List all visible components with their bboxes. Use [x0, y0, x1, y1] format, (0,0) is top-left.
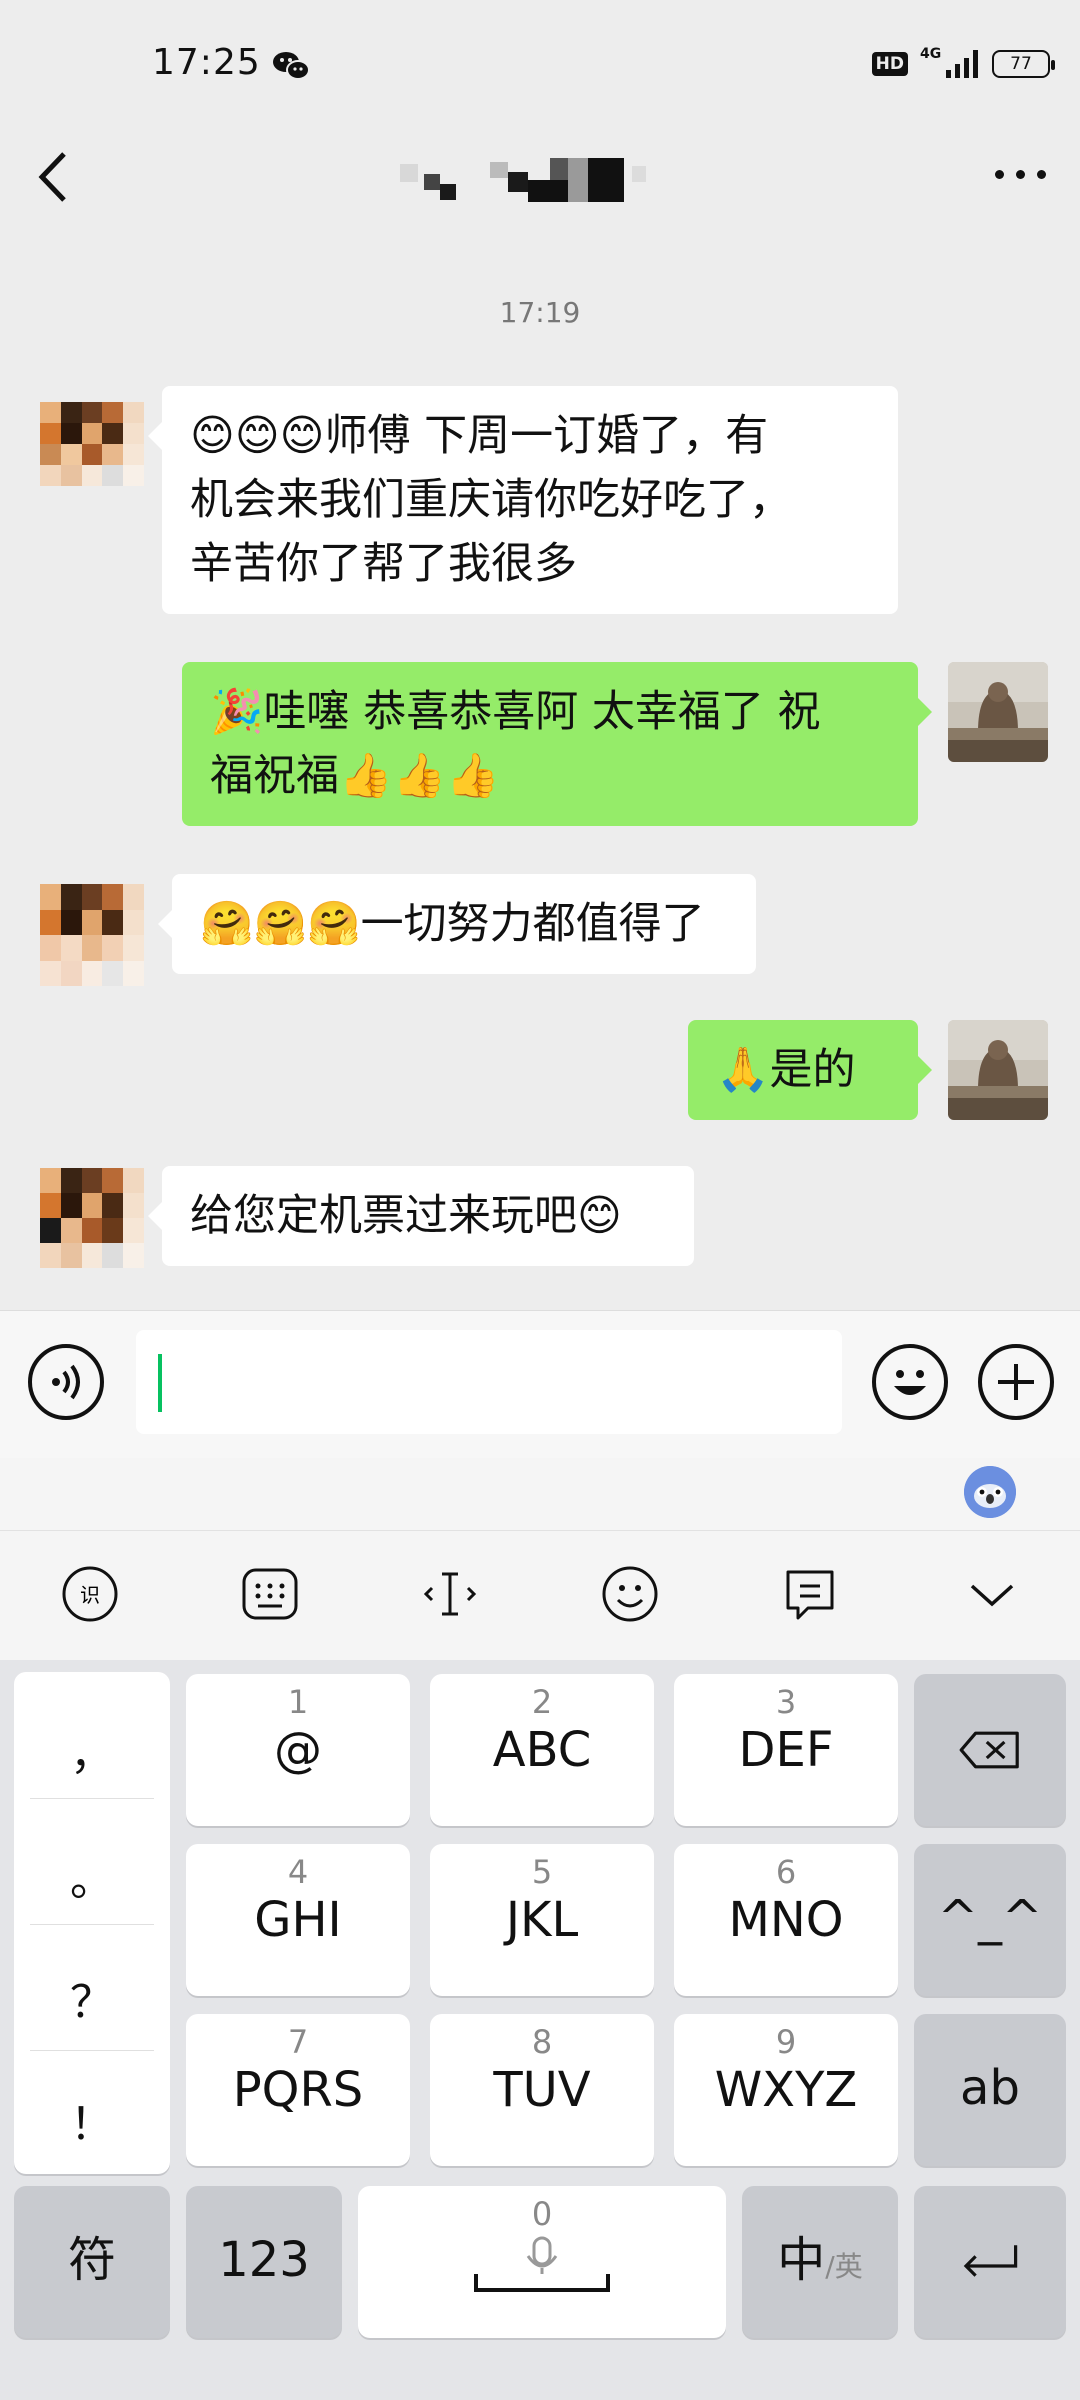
contact-avatar[interactable] — [40, 884, 144, 986]
my-avatar[interactable] — [948, 662, 1048, 762]
emoticon-key[interactable]: ^_^ — [914, 1844, 1066, 1996]
status-time: 17:25 — [152, 42, 261, 83]
chat-timestamp: 17:19 — [499, 296, 581, 329]
key-5[interactable]: 5 JKL — [430, 1844, 654, 1996]
lang-alt: /英 — [825, 2250, 863, 2283]
key-4[interactable]: 4 GHI — [186, 1844, 410, 1996]
case-key[interactable]: ab — [914, 2014, 1066, 2166]
back-icon[interactable] — [36, 150, 68, 204]
emoji-panel-icon[interactable] — [598, 1562, 662, 1626]
message-bubble-outgoing[interactable]: 🙏是的 — [688, 1020, 932, 1120]
contact-avatar[interactable] — [40, 402, 144, 486]
symbol-mode-key[interactable]: 符 — [14, 2186, 170, 2338]
battery-icon: 77 — [992, 50, 1055, 78]
message-bubble-incoming[interactable]: 😊😊😊师傅 下周一订婚了，有 机会来我们重庆请你吃好吃了， 辛苦你了帮了我很多 — [148, 386, 898, 614]
space-key[interactable]: 0 — [358, 2186, 726, 2338]
clipboard-icon[interactable] — [778, 1562, 842, 1626]
emoji-icon[interactable] — [872, 1344, 948, 1420]
backspace-key[interactable] — [914, 1674, 1066, 1826]
collapse-keyboard-icon[interactable] — [960, 1562, 1024, 1626]
symbol-key[interactable]: ， — [14, 1718, 170, 1782]
backspace-icon — [959, 1731, 1019, 1769]
microphone-icon — [474, 2236, 610, 2292]
wechat-icon — [273, 52, 310, 80]
symbol-key[interactable]: ？ — [14, 1966, 170, 2030]
message-line: 辛苦你了帮了我很多 — [190, 539, 577, 589]
message-bubble-incoming[interactable]: 🤗🤗🤗一切努力都值得了 — [158, 874, 756, 974]
key-3[interactable]: 3 DEF — [674, 1674, 898, 1826]
text-cursor — [158, 1354, 162, 1412]
cursor-move-icon[interactable] — [418, 1562, 482, 1626]
key-8[interactable]: 8 TUV — [430, 2014, 654, 2166]
message-line: 🎉哇噻 恭喜恭喜阿 太幸福了 祝 — [210, 687, 821, 737]
enter-icon — [963, 2245, 1018, 2277]
message-input[interactable] — [136, 1330, 842, 1434]
contact-avatar[interactable] — [40, 1168, 144, 1268]
language-switch-key[interactable]: 中/英 — [742, 2186, 898, 2338]
symbol-key[interactable]: 。 — [14, 1844, 170, 1908]
more-options-icon[interactable] — [995, 170, 1046, 179]
key-1[interactable]: 1 @ — [186, 1674, 410, 1826]
contact-name-mosaic — [400, 158, 646, 202]
voice-to-text-icon[interactable]: 识 — [58, 1562, 122, 1626]
keyboard-layout-icon[interactable] — [238, 1562, 302, 1626]
enter-key[interactable] — [914, 2186, 1066, 2338]
symbol-key[interactable]: ！ — [14, 2088, 170, 2152]
signal-icon: 4G — [920, 46, 980, 80]
plus-icon[interactable] — [978, 1344, 1054, 1420]
number-mode-key[interactable]: 123 — [186, 2186, 342, 2338]
hd-badge: HD — [871, 52, 908, 76]
status-bar: 17:25 HD 4G 77 — [0, 0, 1080, 140]
key-6[interactable]: 6 MNO — [674, 1844, 898, 1996]
battery-level: 77 — [1010, 54, 1032, 74]
voice-input-icon[interactable] — [28, 1344, 104, 1420]
key-7[interactable]: 7 PQRS — [186, 2014, 410, 2166]
key-2[interactable]: 2 ABC — [430, 1674, 654, 1826]
koala-icon[interactable] — [964, 1466, 1016, 1518]
message-line: 🤗🤗🤗一切努力都值得了 — [200, 899, 705, 949]
keyboard-toolbar — [0, 1530, 1080, 1660]
message-bubble-outgoing[interactable]: 🎉哇噻 恭喜恭喜阿 太幸福了 祝 福祝福👍👍👍 — [182, 662, 932, 826]
message-line: 给您定机票过来玩吧😊 — [190, 1191, 622, 1241]
lang-main: 中 — [777, 2232, 826, 2288]
message-line: 机会来我们重庆请你吃好吃了， — [190, 475, 792, 525]
message-bubble-incoming[interactable]: 给您定机票过来玩吧😊 — [148, 1166, 694, 1266]
message-line: 🙏是的 — [716, 1045, 856, 1095]
message-line: 福祝福👍👍👍 — [210, 751, 500, 801]
network-type: 4G — [920, 46, 942, 62]
message-line: 😊😊😊师傅 下周一订婚了，有 — [190, 411, 769, 461]
my-avatar[interactable] — [948, 1020, 1048, 1120]
svg-text:识: 识 — [80, 1583, 100, 1607]
key-9[interactable]: 9 WXYZ — [674, 2014, 898, 2166]
candidate-bar — [0, 1458, 1080, 1530]
